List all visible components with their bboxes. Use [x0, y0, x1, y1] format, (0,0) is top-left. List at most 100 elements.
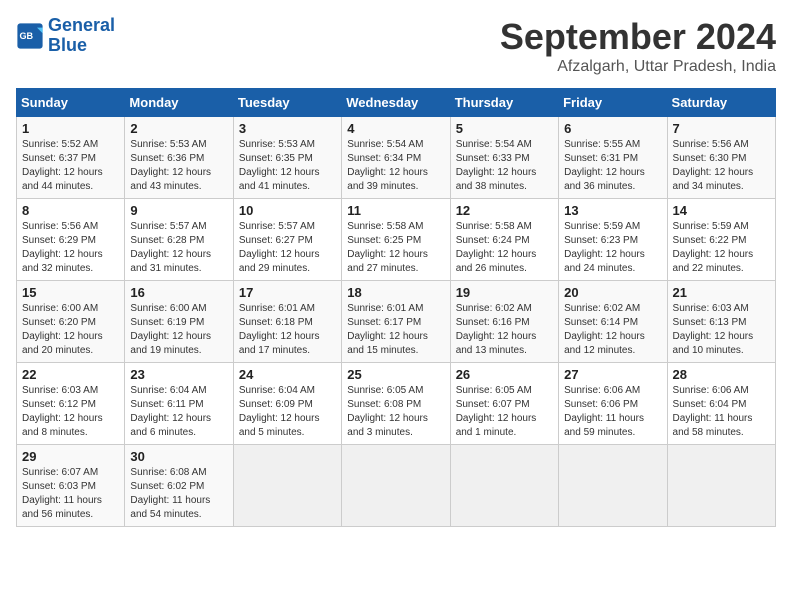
day-number: 12: [456, 203, 553, 218]
weekday-header-saturday: Saturday: [667, 89, 775, 117]
calendar-cell: [559, 445, 667, 527]
day-detail: Sunrise: 5:54 AMSunset: 6:34 PMDaylight:…: [347, 139, 428, 192]
calendar-cell: 23 Sunrise: 6:04 AMSunset: 6:11 PMDaylig…: [125, 363, 233, 445]
day-number: 8: [22, 203, 119, 218]
day-detail: Sunrise: 6:03 AMSunset: 6:12 PMDaylight:…: [22, 385, 103, 438]
day-detail: Sunrise: 5:59 AMSunset: 6:22 PMDaylight:…: [673, 221, 754, 274]
day-number: 25: [347, 367, 444, 382]
day-number: 30: [130, 449, 227, 464]
calendar-cell: 16 Sunrise: 6:00 AMSunset: 6:19 PMDaylig…: [125, 281, 233, 363]
day-detail: Sunrise: 6:02 AMSunset: 6:14 PMDaylight:…: [564, 303, 645, 356]
calendar-cell: 1 Sunrise: 5:52 AMSunset: 6:37 PMDayligh…: [17, 117, 125, 199]
day-number: 4: [347, 121, 444, 136]
weekday-header-thursday: Thursday: [450, 89, 558, 117]
day-detail: Sunrise: 6:06 AMSunset: 6:04 PMDaylight:…: [673, 385, 753, 438]
day-number: 6: [564, 121, 661, 136]
calendar-cell: 13 Sunrise: 5:59 AMSunset: 6:23 PMDaylig…: [559, 199, 667, 281]
day-number: 7: [673, 121, 770, 136]
calendar-week-row: 22 Sunrise: 6:03 AMSunset: 6:12 PMDaylig…: [17, 363, 776, 445]
calendar-cell: 10 Sunrise: 5:57 AMSunset: 6:27 PMDaylig…: [233, 199, 341, 281]
day-number: 5: [456, 121, 553, 136]
calendar-cell: 3 Sunrise: 5:53 AMSunset: 6:35 PMDayligh…: [233, 117, 341, 199]
day-detail: Sunrise: 6:06 AMSunset: 6:06 PMDaylight:…: [564, 385, 644, 438]
title-section: September 2024 Afzalgarh, Uttar Pradesh,…: [500, 16, 776, 76]
day-detail: Sunrise: 6:05 AMSunset: 6:08 PMDaylight:…: [347, 385, 428, 438]
calendar-table: SundayMondayTuesdayWednesdayThursdayFrid…: [16, 88, 776, 527]
day-number: 27: [564, 367, 661, 382]
calendar-cell: 24 Sunrise: 6:04 AMSunset: 6:09 PMDaylig…: [233, 363, 341, 445]
calendar-cell: [667, 445, 775, 527]
day-detail: Sunrise: 5:57 AMSunset: 6:28 PMDaylight:…: [130, 221, 211, 274]
day-detail: Sunrise: 5:56 AMSunset: 6:29 PMDaylight:…: [22, 221, 103, 274]
day-number: 3: [239, 121, 336, 136]
logo-line1: General: [48, 15, 115, 35]
day-number: 20: [564, 285, 661, 300]
calendar-cell: 18 Sunrise: 6:01 AMSunset: 6:17 PMDaylig…: [342, 281, 450, 363]
calendar-cell: 4 Sunrise: 5:54 AMSunset: 6:34 PMDayligh…: [342, 117, 450, 199]
calendar-cell: 21 Sunrise: 6:03 AMSunset: 6:13 PMDaylig…: [667, 281, 775, 363]
day-number: 10: [239, 203, 336, 218]
calendar-cell: 5 Sunrise: 5:54 AMSunset: 6:33 PMDayligh…: [450, 117, 558, 199]
calendar-cell: 2 Sunrise: 5:53 AMSunset: 6:36 PMDayligh…: [125, 117, 233, 199]
weekday-header-row: SundayMondayTuesdayWednesdayThursdayFrid…: [17, 89, 776, 117]
day-detail: Sunrise: 6:00 AMSunset: 6:20 PMDaylight:…: [22, 303, 103, 356]
calendar-cell: 20 Sunrise: 6:02 AMSunset: 6:14 PMDaylig…: [559, 281, 667, 363]
calendar-cell: 14 Sunrise: 5:59 AMSunset: 6:22 PMDaylig…: [667, 199, 775, 281]
calendar-subtitle: Afzalgarh, Uttar Pradesh, India: [500, 58, 776, 76]
day-number: 9: [130, 203, 227, 218]
day-detail: Sunrise: 6:02 AMSunset: 6:16 PMDaylight:…: [456, 303, 537, 356]
svg-text:GB: GB: [20, 31, 34, 41]
day-detail: Sunrise: 5:54 AMSunset: 6:33 PMDaylight:…: [456, 139, 537, 192]
calendar-week-row: 15 Sunrise: 6:00 AMSunset: 6:20 PMDaylig…: [17, 281, 776, 363]
logo-line2: Blue: [48, 35, 87, 55]
day-number: 14: [673, 203, 770, 218]
calendar-cell: 7 Sunrise: 5:56 AMSunset: 6:30 PMDayligh…: [667, 117, 775, 199]
calendar-cell: 30 Sunrise: 6:08 AMSunset: 6:02 PMDaylig…: [125, 445, 233, 527]
day-number: 18: [347, 285, 444, 300]
day-detail: Sunrise: 6:01 AMSunset: 6:17 PMDaylight:…: [347, 303, 428, 356]
calendar-cell: [450, 445, 558, 527]
page-header: GB General Blue September 2024 Afzalgarh…: [16, 16, 776, 76]
calendar-cell: 8 Sunrise: 5:56 AMSunset: 6:29 PMDayligh…: [17, 199, 125, 281]
calendar-cell: 15 Sunrise: 6:00 AMSunset: 6:20 PMDaylig…: [17, 281, 125, 363]
day-detail: Sunrise: 6:01 AMSunset: 6:18 PMDaylight:…: [239, 303, 320, 356]
calendar-cell: 29 Sunrise: 6:07 AMSunset: 6:03 PMDaylig…: [17, 445, 125, 527]
calendar-week-row: 8 Sunrise: 5:56 AMSunset: 6:29 PMDayligh…: [17, 199, 776, 281]
calendar-week-row: 1 Sunrise: 5:52 AMSunset: 6:37 PMDayligh…: [17, 117, 776, 199]
weekday-header-wednesday: Wednesday: [342, 89, 450, 117]
calendar-cell: 28 Sunrise: 6:06 AMSunset: 6:04 PMDaylig…: [667, 363, 775, 445]
weekday-header-monday: Monday: [125, 89, 233, 117]
day-detail: Sunrise: 6:04 AMSunset: 6:09 PMDaylight:…: [239, 385, 320, 438]
day-number: 23: [130, 367, 227, 382]
weekday-header-tuesday: Tuesday: [233, 89, 341, 117]
day-detail: Sunrise: 6:08 AMSunset: 6:02 PMDaylight:…: [130, 467, 210, 520]
calendar-cell: 17 Sunrise: 6:01 AMSunset: 6:18 PMDaylig…: [233, 281, 341, 363]
day-detail: Sunrise: 5:53 AMSunset: 6:36 PMDaylight:…: [130, 139, 211, 192]
day-detail: Sunrise: 6:05 AMSunset: 6:07 PMDaylight:…: [456, 385, 537, 438]
calendar-cell: 27 Sunrise: 6:06 AMSunset: 6:06 PMDaylig…: [559, 363, 667, 445]
day-detail: Sunrise: 5:58 AMSunset: 6:25 PMDaylight:…: [347, 221, 428, 274]
weekday-header-sunday: Sunday: [17, 89, 125, 117]
day-detail: Sunrise: 5:55 AMSunset: 6:31 PMDaylight:…: [564, 139, 645, 192]
day-detail: Sunrise: 5:59 AMSunset: 6:23 PMDaylight:…: [564, 221, 645, 274]
day-detail: Sunrise: 6:07 AMSunset: 6:03 PMDaylight:…: [22, 467, 102, 520]
weekday-header-friday: Friday: [559, 89, 667, 117]
calendar-cell: 26 Sunrise: 6:05 AMSunset: 6:07 PMDaylig…: [450, 363, 558, 445]
day-number: 26: [456, 367, 553, 382]
day-number: 19: [456, 285, 553, 300]
calendar-cell: [342, 445, 450, 527]
day-number: 1: [22, 121, 119, 136]
day-detail: Sunrise: 6:03 AMSunset: 6:13 PMDaylight:…: [673, 303, 754, 356]
day-detail: Sunrise: 5:56 AMSunset: 6:30 PMDaylight:…: [673, 139, 754, 192]
day-number: 21: [673, 285, 770, 300]
calendar-title: September 2024: [500, 16, 776, 58]
day-detail: Sunrise: 5:53 AMSunset: 6:35 PMDaylight:…: [239, 139, 320, 192]
calendar-cell: 9 Sunrise: 5:57 AMSunset: 6:28 PMDayligh…: [125, 199, 233, 281]
calendar-cell: 19 Sunrise: 6:02 AMSunset: 6:16 PMDaylig…: [450, 281, 558, 363]
day-number: 28: [673, 367, 770, 382]
day-detail: Sunrise: 5:57 AMSunset: 6:27 PMDaylight:…: [239, 221, 320, 274]
calendar-cell: [233, 445, 341, 527]
day-number: 29: [22, 449, 119, 464]
calendar-cell: 12 Sunrise: 5:58 AMSunset: 6:24 PMDaylig…: [450, 199, 558, 281]
day-detail: Sunrise: 6:00 AMSunset: 6:19 PMDaylight:…: [130, 303, 211, 356]
